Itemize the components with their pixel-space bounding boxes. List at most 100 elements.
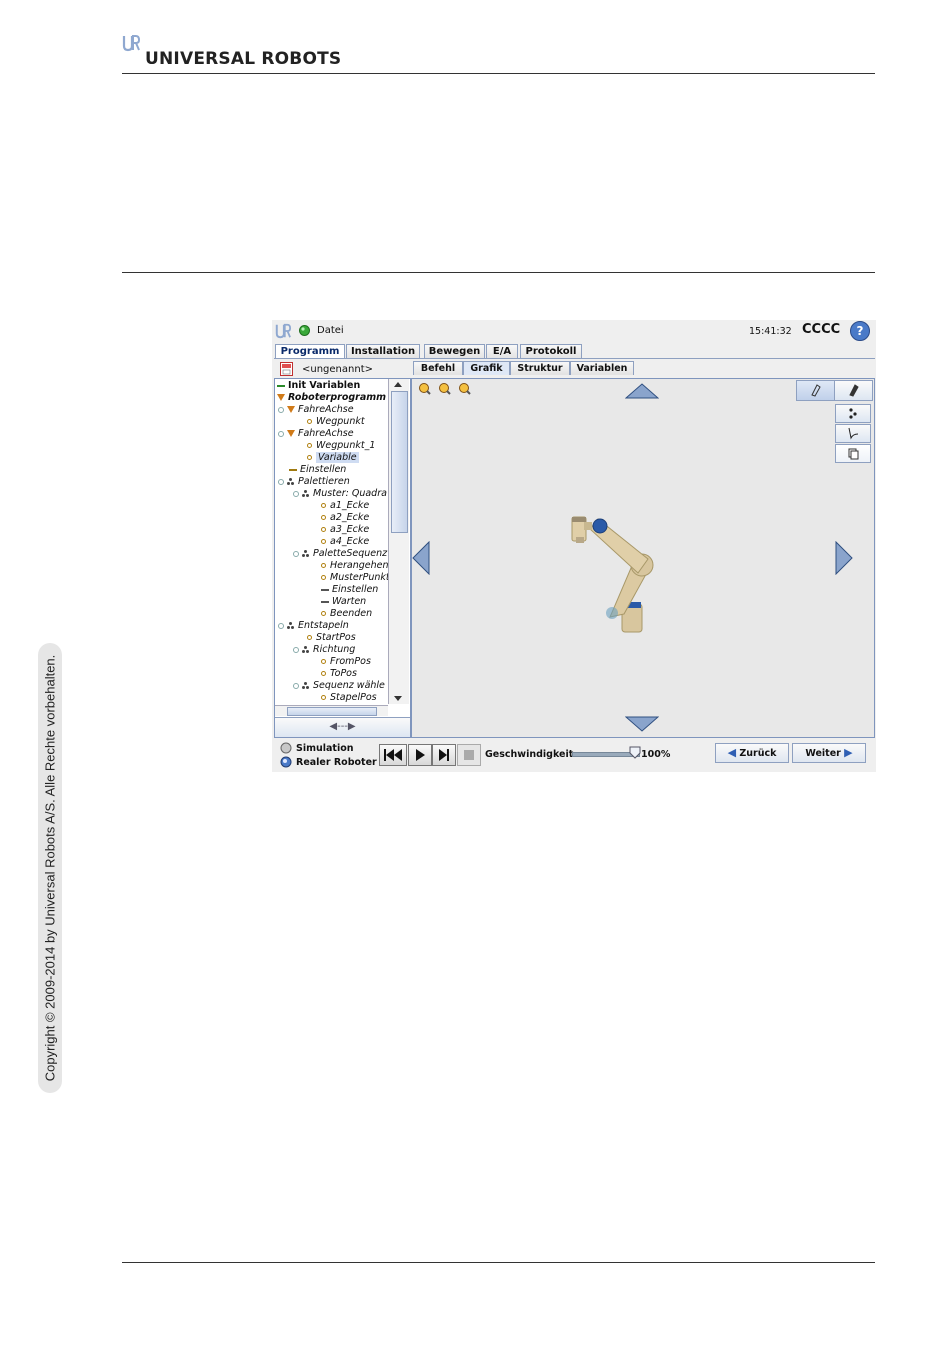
back-button[interactable]: ◀ Zurück [715,743,789,763]
tree-item[interactable]: Muster: Quadra [293,488,387,500]
polyscope-screenshot: Datei 15:41:32 CCCC ? Programm Installat… [272,320,876,772]
tree-label: Beenden [330,608,373,619]
tree-label: FahreAchse [298,404,354,415]
zoom-out-icon[interactable] [439,383,451,395]
collapse-panel-button[interactable]: ◀---▶ [275,717,410,737]
rotate-up-icon[interactable] [625,383,659,399]
rotate-down-icon[interactable] [625,716,659,732]
speed-value: 100% [641,749,671,760]
tree-item[interactable]: FromPos [321,656,371,668]
tree-item[interactable]: a4_Ecke [321,536,369,548]
ur-logo-icon [122,34,140,52]
tree-label: StapelPos [330,692,377,703]
graphics-view[interactable] [411,378,875,738]
tree-item[interactable]: FahreAchse [278,428,354,440]
waypoint-icon [321,575,326,580]
radio-simulation[interactable] [280,742,292,754]
save-icon[interactable] [280,362,293,376]
scroll-down-icon[interactable] [394,696,402,701]
set-icon [289,468,297,471]
tree-item[interactable]: StartPos [307,632,356,644]
view-mode-a-button[interactable] [796,380,835,401]
step-button[interactable] [432,744,456,766]
speed-slider-thumb[interactable] [629,746,641,759]
scroll-up-icon[interactable] [394,382,402,387]
tree-item[interactable]: Richtung [293,644,355,656]
tree-vertical-scrollbar[interactable] [388,379,409,704]
tree-label: a2_Ecke [330,512,370,523]
tree-item[interactable]: FahreAchse [278,404,354,416]
tab-ea[interactable]: E/A [486,344,518,359]
tree-label: ToPos [330,668,357,679]
tree-item[interactable]: a3_Ecke [321,524,369,536]
tree-item[interactable]: Herangehen [321,560,389,572]
copyright-sidebar: Copyright © 2009-2014 by Universal Robot… [38,643,62,1093]
show-points-button[interactable] [835,404,871,423]
bottom-bar: Simulation Realer Roboter Geschwindigkei… [272,738,876,772]
rewind-button[interactable] [379,744,407,766]
radio-real-robot[interactable] [280,756,292,768]
tree-item[interactable]: a1_Ecke [321,500,369,512]
tree-item[interactable]: Einstellen [289,464,346,476]
points-icon [849,408,857,419]
tree-item[interactable]: Einstellen [321,584,378,596]
tree-label: StartPos [316,632,356,643]
next-button[interactable]: Weiter ▶ [792,743,866,763]
tree-horizontal-scrollbar[interactable] [275,705,388,716]
subtab-variablen[interactable]: Variablen [570,361,634,375]
sequence-icon [302,681,310,690]
view-mode-b-button[interactable] [834,380,873,401]
tab-protokoll[interactable]: Protokoll [520,344,582,359]
tree-item[interactable]: Roboterprogramm [277,392,386,404]
zoom-in-icon[interactable] [419,383,431,395]
rotate-left-icon[interactable] [412,541,430,575]
tree-item[interactable]: Entstapeln [278,620,349,632]
program-icon [277,394,285,401]
tree-item[interactable]: Sequenz wähle [293,680,385,692]
tree-item[interactable]: ToPos [321,668,357,680]
tree-item[interactable]: Init Variablen [277,380,360,392]
waypoint-icon [307,443,312,448]
tab-programm[interactable]: Programm [275,344,345,359]
tree-item-selected[interactable]: Variable [307,452,359,464]
scroll-thumb[interactable] [391,391,408,533]
tree-item[interactable]: Beenden [321,608,372,620]
help-button[interactable]: ? [850,321,870,341]
tab-baseline [274,358,875,359]
file-menu[interactable]: Datei [317,325,344,336]
waypoint-icon [321,515,326,520]
tab-installation[interactable]: Installation [346,344,420,359]
real-robot-label: Realer Roboter [296,757,377,768]
copy-icon [848,448,859,460]
arrow-left-icon: ◀ [727,746,737,759]
set-icon [321,588,329,591]
tree-label: Entstapeln [298,620,349,631]
variable-icon [277,384,285,387]
stop-button[interactable] [457,744,481,766]
tab-bewegen[interactable]: Bewegen [424,344,485,359]
tree-label: Einstellen [300,464,347,475]
program-tree: Init Variablen Roboterprogramm FahreAchs… [274,378,411,738]
zoom-fit-icon[interactable] [459,383,471,395]
tree-item[interactable]: Wegpunkt_1 [307,440,375,452]
subtab-grafik[interactable]: Grafik [463,361,510,375]
tree-label: Herangehen [330,560,389,571]
footer-divider [122,1262,875,1263]
tree-item[interactable]: a2_Ecke [321,512,369,524]
rotate-right-icon[interactable] [835,541,853,575]
show-path-button[interactable] [835,424,871,443]
hscroll-thumb[interactable] [287,707,377,716]
help-icon: ? [856,324,864,338]
waypoint-icon [321,671,326,676]
tree-item[interactable]: PaletteSequenz [293,548,387,560]
copy-view-button[interactable] [835,444,871,463]
tree-item[interactable]: StapelPos [321,692,377,704]
tree-item[interactable]: Warten [321,596,366,608]
play-button[interactable] [408,744,432,766]
tree-label: Palettieren [298,476,350,487]
subtab-befehl[interactable]: Befehl [413,361,463,375]
tree-item[interactable]: Wegpunkt [307,416,365,428]
tree-item[interactable]: Palettieren [278,476,350,488]
subtab-struktur[interactable]: Struktur [510,361,570,375]
tree-item[interactable]: MusterPunkt [321,572,390,584]
